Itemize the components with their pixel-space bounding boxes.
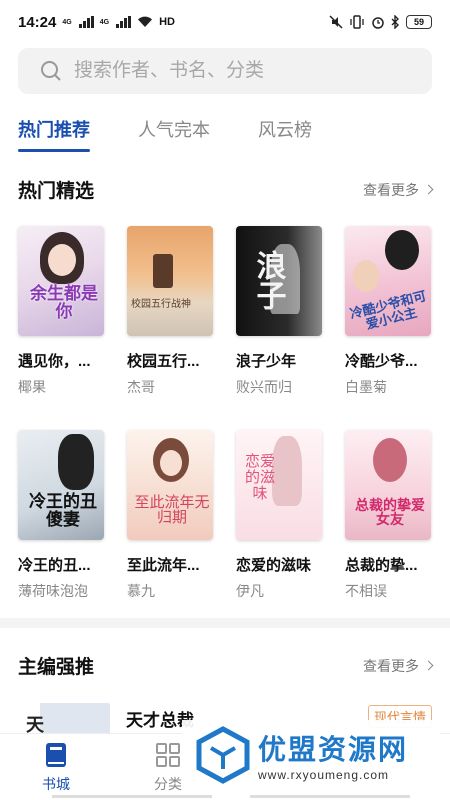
book-card[interactable]: 余生都是你 遇见你，... 椰果 xyxy=(18,226,104,397)
cover-title: 余生都是你 xyxy=(30,284,98,323)
wifi-icon xyxy=(138,16,153,27)
book-card[interactable]: 恋爱的滋味 恋爱的滋味 伊凡 xyxy=(236,430,322,601)
search-icon xyxy=(41,61,61,81)
book-author: 不相误 xyxy=(345,583,387,599)
book-cover: 校园五行战神 xyxy=(127,226,213,336)
bluetooth-icon xyxy=(391,15,399,29)
nav-bookstore[interactable]: 书城 xyxy=(16,742,96,794)
status-bar: 14:24 4G 4G HD 59 xyxy=(0,0,450,44)
book-cover: 至此流年无归期 xyxy=(127,430,213,540)
book-title: 浪子少年 xyxy=(236,353,297,370)
book-cover: 冷王的丑傻妻 xyxy=(18,430,104,540)
editor-more-link[interactable]: 查看更多 xyxy=(363,656,434,676)
editor-section-header: 主编强推 查看更多 xyxy=(18,652,434,679)
book-title: 冷王的丑... xyxy=(18,557,91,574)
book-card[interactable]: 冷王的丑傻妻 冷王的丑... 薄荷味泡泡 xyxy=(18,430,104,601)
book-cover: 浪子 xyxy=(236,226,322,336)
cover-title: 冷酷少爷和可爱小公主 xyxy=(348,288,428,333)
status-time: 14:24 xyxy=(18,13,57,31)
book-card[interactable]: 至此流年无归期 至此流年... 慕九 xyxy=(127,430,213,601)
hot-section-header: 热门精选 查看更多 xyxy=(18,176,434,203)
hd-label: HD xyxy=(159,16,175,28)
book-title: 总裁的挚... xyxy=(345,557,418,574)
tab-popular-complete[interactable]: 人气完本 xyxy=(138,116,210,152)
book-icon xyxy=(46,743,66,767)
book-grid-row-2: 冷王的丑傻妻 冷王的丑... 薄荷味泡泡 至此流年无归期 至此流年... 慕九 … xyxy=(18,430,432,601)
search-bar[interactable] xyxy=(18,48,432,94)
book-grid-row-1: 余生都是你 遇见你，... 椰果 校园五行战神 校园五行... 杰哥 浪子 浪子… xyxy=(18,226,432,397)
book-card[interactable]: 总裁的挚爱女友 总裁的挚... 不相误 xyxy=(345,430,431,601)
cover-title: 总裁的挚爱女友 xyxy=(355,497,425,529)
book-author: 白墨菊 xyxy=(345,379,387,395)
watermark-url: www.rxyoumeng.com xyxy=(258,768,390,782)
book-title: 遇见你，... xyxy=(18,353,91,370)
book-author: 伊凡 xyxy=(236,583,264,599)
nav-label: 书城 xyxy=(42,776,70,792)
book-author: 薄荷味泡泡 xyxy=(18,583,88,599)
book-card[interactable]: 校园五行战神 校园五行... 杰哥 xyxy=(127,226,213,397)
vibrate-icon xyxy=(350,15,364,29)
section-title-editor: 主编强推 xyxy=(18,657,95,678)
gesture-bar xyxy=(250,795,410,798)
book-author: 杰哥 xyxy=(127,379,155,395)
more-label: 查看更多 xyxy=(363,657,419,674)
book-cover: 冷酷少爷和可爱小公主 xyxy=(345,226,431,336)
cover-title: 浪子 xyxy=(250,250,286,310)
section-divider xyxy=(0,618,450,628)
signal-icon-2 xyxy=(116,16,132,28)
book-cover: 余生都是你 xyxy=(18,226,104,336)
cover-title: 恋爱的滋味 xyxy=(244,452,275,502)
book-cover: 恋爱的滋味 xyxy=(236,430,322,540)
battery-indicator: 59 xyxy=(406,15,432,29)
book-card[interactable]: 冷酷少爷和可爱小公主 冷酷少爷... 白墨菊 xyxy=(345,226,431,397)
tab-ranking[interactable]: 风云榜 xyxy=(258,116,312,152)
section-title-hot: 热门精选 xyxy=(18,181,95,202)
book-author: 慕九 xyxy=(127,583,155,599)
watermark-overlay: 优盟资源网 www.rxyoumeng.com xyxy=(182,720,440,790)
alarm-icon xyxy=(372,17,384,29)
signal-icon xyxy=(78,16,94,28)
gesture-bar xyxy=(52,795,212,798)
chevron-right-icon xyxy=(423,184,434,195)
nav-label: 分类 xyxy=(154,776,182,792)
chevron-right-icon xyxy=(423,660,434,671)
book-title: 至此流年... xyxy=(127,557,200,574)
tab-bar: 热门推荐 人气完本 风云榜 xyxy=(18,116,312,152)
book-cover: 总裁的挚爱女友 xyxy=(345,430,431,540)
cube-logo-icon xyxy=(196,726,250,784)
search-input[interactable] xyxy=(74,60,404,82)
grid-icon xyxy=(156,743,180,767)
cover-title: 冷王的丑傻妻 xyxy=(29,492,97,531)
mute-icon xyxy=(329,15,343,29)
book-title: 恋爱的滋味 xyxy=(236,557,312,574)
book-title: 冷酷少爷... xyxy=(345,353,418,370)
book-author: 椰果 xyxy=(18,379,46,395)
hot-more-link[interactable]: 查看更多 xyxy=(363,180,434,200)
tab-hot-recommend[interactable]: 热门推荐 xyxy=(18,116,90,152)
watermark-title: 优盟资源网 xyxy=(258,734,409,765)
book-author: 败兴而归 xyxy=(236,379,292,395)
network-label-2: 4G xyxy=(99,18,110,26)
book-card[interactable]: 浪子 浪子少年 败兴而归 xyxy=(236,226,322,397)
network-label-1: 4G xyxy=(62,18,72,26)
cover-title: 校园五行战神 xyxy=(131,298,191,310)
cover-title: 至此流年无归期 xyxy=(134,492,210,527)
book-title: 校园五行... xyxy=(127,353,200,370)
more-label: 查看更多 xyxy=(363,181,419,198)
